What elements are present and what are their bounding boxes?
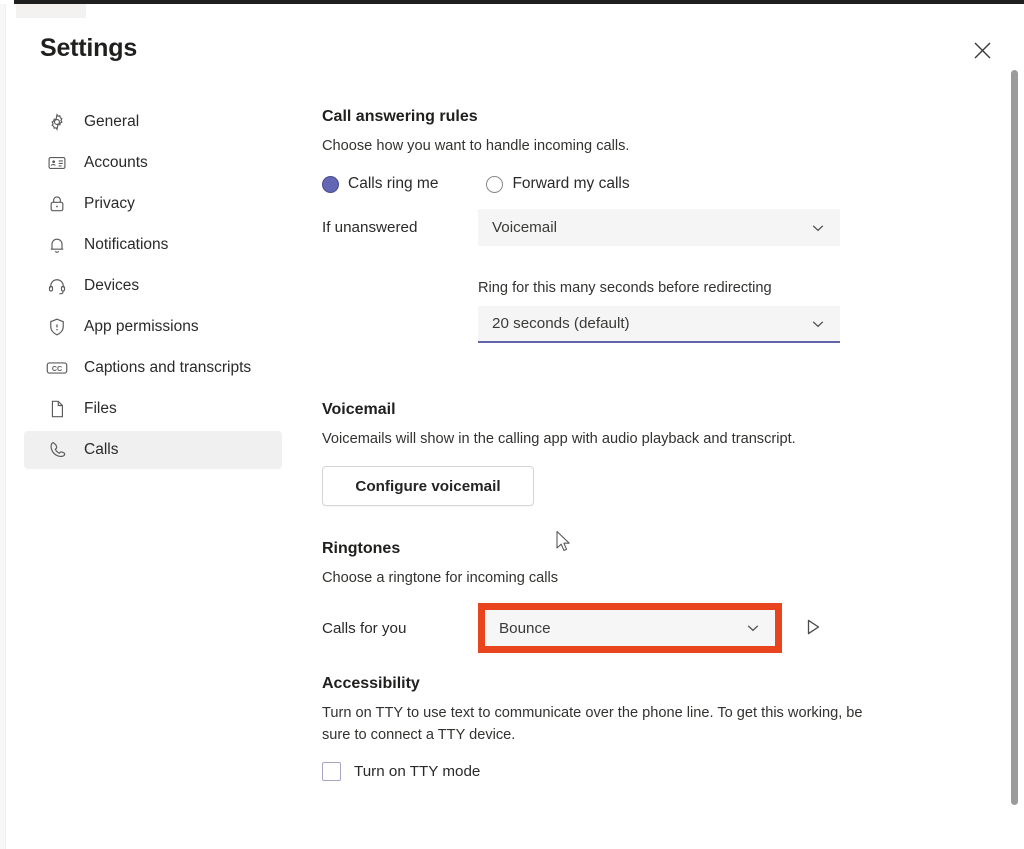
if-unanswered-dropdown[interactable]: Voicemail [478,209,840,246]
section-description: Choose how you want to handle incoming c… [322,136,882,157]
tty-mode-checkbox-row[interactable]: Turn on TTY mode [322,762,882,781]
settings-sidebar: General Accounts Privacy [24,103,282,472]
close-button[interactable] [966,34,998,66]
radio-label: Forward my calls [512,175,629,193]
section-spacer [322,343,882,401]
ring-seconds-group: Ring for this many seconds before redire… [478,280,882,343]
window-left-edge-tab [16,4,86,18]
ring-seconds-value: 20 seconds (default) [492,315,808,332]
sidebar-item-privacy[interactable]: Privacy [24,185,282,223]
settings-window: Settings General [0,0,1024,849]
chevron-down-icon [743,618,763,638]
tty-mode-label: Turn on TTY mode [354,763,480,780]
ring-seconds-label: Ring for this many seconds before redire… [478,280,882,296]
checkbox-indicator [322,762,341,781]
settings-main-panel: Call answering rules Choose how you want… [322,108,882,781]
section-description: Voicemails will show in the calling app … [322,429,882,450]
headset-icon [46,275,68,297]
section-heading: Call answering rules [322,108,882,126]
calls-for-you-value: Bounce [499,620,743,637]
if-unanswered-row: If unanswered Voicemail [322,209,882,246]
phone-icon [46,439,68,461]
scrollbar-thumb[interactable] [1011,70,1018,805]
configure-voicemail-button[interactable]: Configure voicemail [322,466,534,506]
section-heading: Voicemail [322,401,882,419]
sidebar-item-label: Notifications [84,236,168,254]
radio-forward-my-calls[interactable]: Forward my calls [486,175,629,193]
sidebar-item-app-permissions[interactable]: App permissions [24,308,282,346]
page-title: Settings [40,34,137,63]
ring-seconds-dropdown[interactable]: 20 seconds (default) [478,306,840,343]
sidebar-item-label: Devices [84,277,139,295]
section-heading: Accessibility [322,675,882,693]
section-description: Turn on TTY to use text to communicate o… [322,703,882,745]
id-card-icon [46,152,68,174]
sidebar-item-notifications[interactable]: Notifications [24,226,282,264]
radio-indicator [486,176,503,193]
gear-icon [46,111,68,133]
sidebar-item-label: Calls [84,441,118,459]
radio-label: Calls ring me [348,175,438,193]
radio-indicator-selected [322,176,339,193]
sidebar-item-accounts[interactable]: Accounts [24,144,282,182]
sidebar-item-devices[interactable]: Devices [24,267,282,305]
section-call-answering-rules: Call answering rules Choose how you want… [322,108,882,343]
sidebar-item-label: Captions and transcripts [84,359,251,377]
shield-icon [46,316,68,338]
chevron-down-icon [808,218,828,238]
ringtone-highlight-annotation: Bounce [478,603,782,653]
svg-text:CC: CC [52,365,62,373]
window-left-edge [0,4,6,849]
section-spacer [322,506,882,540]
section-voicemail: Voicemail Voicemails will show in the ca… [322,401,882,506]
section-spacer [322,653,882,675]
close-icon [973,41,992,60]
sidebar-item-captions-and-transcripts[interactable]: CC Captions and transcripts [24,349,282,387]
if-unanswered-label: If unanswered [322,219,478,236]
sidebar-item-label: General [84,113,139,131]
section-heading: Ringtones [322,540,882,558]
lock-icon [46,193,68,215]
if-unanswered-value: Voicemail [492,219,808,236]
radio-calls-ring-me[interactable]: Calls ring me [322,175,438,193]
section-accessibility: Accessibility Turn on TTY to use text to… [322,675,882,780]
window-top-chrome [14,0,1024,4]
sidebar-item-label: Accounts [84,154,148,172]
sidebar-item-label: App permissions [84,318,199,336]
chevron-down-icon [808,314,828,334]
cc-icon: CC [46,357,68,379]
sidebar-item-general[interactable]: General [24,103,282,141]
calls-for-you-dropdown[interactable]: Bounce [485,610,775,646]
play-icon [803,617,823,640]
calls-for-you-row: Calls for you Bounce [322,603,882,653]
file-icon [46,398,68,420]
sidebar-item-label: Files [84,400,117,418]
sidebar-item-label: Privacy [84,195,135,213]
calls-for-you-label: Calls for you [322,620,478,637]
bell-icon [46,234,68,256]
section-description: Choose a ringtone for incoming calls [322,568,882,589]
section-ringtones: Ringtones Choose a ringtone for incoming… [322,540,882,653]
play-ringtone-button[interactable] [798,613,828,643]
call-answering-radio-group: Calls ring me Forward my calls [322,175,882,193]
sidebar-item-calls[interactable]: Calls [24,431,282,469]
sidebar-item-files[interactable]: Files [24,390,282,428]
